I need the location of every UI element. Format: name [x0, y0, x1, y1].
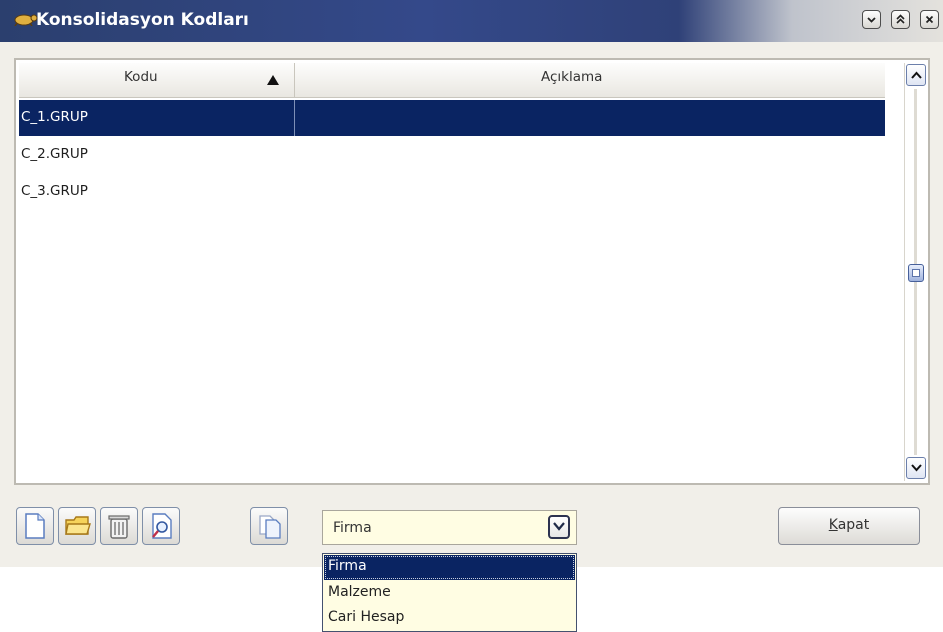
chevron-down-icon	[553, 522, 565, 531]
maximize-icon	[896, 14, 905, 24]
close-window-button[interactable]	[920, 10, 939, 29]
open-record-button[interactable]	[58, 507, 96, 545]
option-label: Malzeme	[328, 584, 391, 600]
vertical-scrollbar[interactable]	[904, 63, 927, 481]
maximize-button[interactable]	[891, 10, 910, 29]
delete-record-button[interactable]	[100, 507, 138, 545]
search-document-icon	[152, 513, 172, 539]
dropdown-option[interactable]: Cari Hesap	[324, 606, 575, 631]
codes-grid[interactable]: Kodu Açıklama C_1.GRUP C_2.GRUP C_3.GRUP	[14, 58, 930, 485]
dropdown-toggle[interactable]	[548, 515, 570, 539]
column-header-aciklama[interactable]: Açıklama	[295, 63, 885, 97]
record-type-dropdown-list[interactable]: Firma Malzeme Cari Hesap	[322, 553, 577, 632]
new-document-icon	[25, 513, 45, 539]
option-label: Firma	[328, 558, 367, 574]
table-row[interactable]: C_2.GRUP	[19, 137, 885, 173]
new-record-button[interactable]	[16, 507, 54, 545]
code-cell: C_2.GRUP	[21, 146, 88, 162]
scroll-up-button[interactable]	[906, 64, 926, 86]
cell-divider	[294, 100, 295, 136]
table-row[interactable]: C_3.GRUP	[19, 174, 885, 210]
copy-document-icon	[259, 515, 281, 539]
window-title: Konsolidasyon Kodları	[36, 10, 249, 30]
inspect-record-button[interactable]	[142, 507, 180, 545]
column-label: Kodu	[124, 69, 158, 85]
minimize-icon	[867, 17, 876, 23]
record-type-value: Firma	[333, 520, 372, 536]
close-button-label: Kapat	[828, 517, 870, 533]
column-label: Açıklama	[541, 69, 603, 85]
table-row[interactable]: C_1.GRUP	[19, 100, 885, 136]
column-header-kodu[interactable]: Kodu	[19, 63, 295, 97]
chevron-down-icon	[911, 464, 922, 472]
code-cell: C_3.GRUP	[21, 183, 88, 199]
scroll-thumb[interactable]	[908, 264, 924, 282]
consolidation-codes-window: Konsolidasyon Kodları Kodu Açıklama C_1.…	[0, 0, 943, 567]
chevron-up-icon	[911, 71, 922, 79]
open-folder-icon	[65, 516, 91, 535]
close-icon	[925, 15, 934, 24]
trash-icon	[108, 515, 130, 539]
scroll-down-button[interactable]	[906, 457, 926, 479]
dropdown-option[interactable]: Firma	[324, 555, 575, 580]
code-cell: C_1.GRUP	[21, 109, 88, 125]
record-type-select[interactable]: Firma	[322, 510, 577, 545]
sort-ascending-icon	[267, 75, 279, 85]
option-label: Cari Hesap	[328, 609, 405, 625]
dropdown-option[interactable]: Malzeme	[324, 581, 575, 606]
minimize-button[interactable]	[862, 10, 881, 29]
close-button[interactable]: Kapat	[778, 507, 920, 545]
grid-header: Kodu Açıklama	[19, 63, 885, 98]
title-bar[interactable]: Konsolidasyon Kodları	[0, 0, 943, 42]
copy-record-button[interactable]	[250, 507, 288, 545]
tortoise-app-icon	[14, 14, 38, 26]
